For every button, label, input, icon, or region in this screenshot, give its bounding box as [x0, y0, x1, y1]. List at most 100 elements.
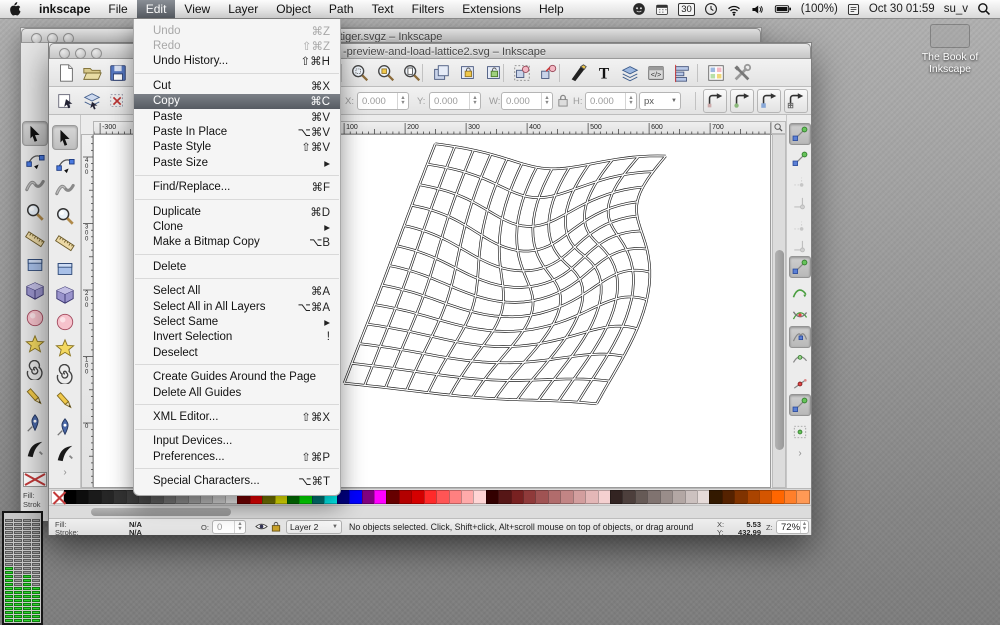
spin-arrows[interactable]: ▲▼ — [397, 93, 408, 109]
toolbox-expander[interactable]: › — [52, 467, 78, 481]
wifi-icon[interactable] — [727, 3, 741, 16]
palette-swatch[interactable] — [784, 490, 797, 504]
battery-icon[interactable] — [774, 3, 792, 15]
tool-spiral[interactable] — [22, 358, 48, 383]
palette-swatch[interactable] — [461, 490, 474, 504]
palette-swatch[interactable] — [386, 490, 399, 504]
tool-bezier-pen[interactable] — [22, 410, 48, 435]
opacity-spinbox[interactable]: 0 ▲▼ — [212, 520, 246, 534]
select-all-button[interactable] — [54, 89, 78, 113]
snap-path-intersections-button[interactable] — [789, 304, 811, 326]
vertical-scrollbar[interactable] — [772, 134, 786, 488]
snap-bbox-edge-midpoints-button[interactable] — [789, 213, 811, 235]
xml-editor-dialog-button[interactable]: </> — [644, 61, 668, 85]
tool-zoom[interactable] — [22, 200, 48, 225]
horizontal-scrollbar-thumb[interactable] — [91, 508, 231, 516]
palette-swatch[interactable] — [734, 490, 747, 504]
snap-midpoints-button[interactable] — [789, 373, 811, 395]
horizontal-scrollbar[interactable] — [49, 505, 811, 518]
palette-swatch[interactable] — [573, 490, 586, 504]
ungroup-objects-button[interactable] — [536, 61, 560, 85]
palette-swatch[interactable] — [436, 490, 449, 504]
select-all-layers-button[interactable] — [80, 89, 104, 113]
transform-corners-toggle[interactable] — [730, 89, 754, 113]
spin-arrows[interactable]: ▲▼ — [625, 93, 636, 109]
vertical-scrollbar-thumb[interactable] — [775, 250, 784, 450]
apple-menu[interactable] — [0, 0, 30, 18]
deselect-button[interactable] — [106, 89, 130, 113]
palette-swatch-none[interactable] — [51, 490, 64, 504]
group-objects-button[interactable] — [510, 61, 534, 85]
tool-tweak[interactable] — [22, 174, 48, 199]
palette-swatch[interactable] — [759, 490, 772, 504]
menu-item-create-guides-around-the-page[interactable]: Create Guides Around the Page — [134, 369, 340, 384]
recent-items-icon[interactable] — [704, 2, 718, 16]
menu-filters[interactable]: Filters — [403, 0, 454, 18]
zoom-button[interactable] — [91, 48, 102, 59]
palette-swatch[interactable] — [362, 490, 375, 504]
calendar-day-badge[interactable]: 30 — [678, 3, 695, 16]
menu-help[interactable]: Help — [530, 0, 573, 18]
palette-swatch[interactable] — [560, 490, 573, 504]
snap-enable-button[interactable] — [789, 123, 811, 145]
tool-measure[interactable] — [22, 226, 48, 251]
y-spinbox[interactable]: 0.000▲▼ — [429, 92, 481, 110]
desktop-icon-book-of-inkscape[interactable]: The Book of Inkscape — [906, 24, 994, 75]
snap-cusp-nodes-button[interactable] — [789, 326, 811, 348]
palette-swatch[interactable] — [76, 490, 89, 504]
back-palette-none-swatch[interactable] — [23, 472, 47, 487]
x-spinbox[interactable]: 0.000▲▼ — [357, 92, 409, 110]
input-source-icon[interactable] — [847, 3, 860, 16]
text-dialog-button[interactable]: T — [592, 61, 616, 85]
menu-item-paste-style[interactable]: Paste Style⇧⌘V — [134, 140, 340, 155]
menu-item-paste-size[interactable]: Paste Size▸ — [134, 155, 340, 170]
menu-view[interactable]: View — [175, 0, 219, 18]
volume-icon[interactable] — [750, 3, 765, 16]
clone-button[interactable] — [455, 61, 479, 85]
menu-item-delete[interactable]: Delete — [134, 259, 340, 274]
opacity-spin-arrows[interactable]: ▲▼ — [234, 521, 245, 533]
menu-item-select-same[interactable]: Select Same▸ — [134, 314, 340, 329]
palette-swatch[interactable] — [113, 490, 126, 504]
tool-zoom[interactable] — [52, 204, 78, 229]
layer-visibility-eye-icon[interactable] — [255, 521, 268, 532]
menu-extensions[interactable]: Extensions — [453, 0, 530, 18]
menu-layer[interactable]: Layer — [219, 0, 267, 18]
snap-toolbar-expander[interactable]: › — [792, 448, 808, 460]
tool-ellipse[interactable] — [52, 309, 78, 334]
palette-swatch[interactable] — [722, 490, 735, 504]
snap-others-button[interactable] — [789, 394, 811, 416]
new-document-button[interactable] — [54, 61, 78, 85]
tool-star[interactable] — [52, 335, 78, 360]
menu-item-cut[interactable]: Cut⌘X — [134, 78, 340, 93]
layer-dropdown[interactable]: Layer 2 ▼ — [286, 520, 342, 534]
open-document-button[interactable] — [80, 61, 104, 85]
tool-rectangle[interactable] — [52, 257, 78, 282]
snap-bbox-edges-button[interactable] — [789, 169, 811, 191]
menu-item-select-all-in-all-layers[interactable]: Select All in All Layers⌥⌘A — [134, 299, 340, 314]
layers-dialog-button[interactable] — [618, 61, 642, 85]
icon-preview-dialog-button[interactable] — [704, 61, 728, 85]
menu-item-copy[interactable]: Copy⌘C — [134, 94, 340, 109]
palette-swatch[interactable] — [622, 490, 635, 504]
zoom-page-button[interactable] — [400, 61, 424, 85]
menu-item-invert-selection[interactable]: Invert Selection! — [134, 330, 340, 345]
palette-swatch[interactable] — [486, 490, 499, 504]
transform-patterns-toggle[interactable] — [784, 89, 808, 113]
palette-swatch[interactable] — [498, 490, 511, 504]
tool-selector[interactable] — [52, 125, 78, 150]
palette-swatch[interactable] — [660, 490, 673, 504]
units-dropdown[interactable]: px▼ — [639, 92, 681, 110]
palette-swatch[interactable] — [523, 490, 536, 504]
lock-ratio-icon[interactable] — [557, 94, 569, 107]
menu-item-clone[interactable]: Clone▸ — [134, 219, 340, 234]
tool-box-3d[interactable] — [22, 279, 48, 304]
menu-path[interactable]: Path — [320, 0, 363, 18]
palette-swatch[interactable] — [598, 490, 611, 504]
palette-swatch[interactable] — [635, 490, 648, 504]
tool-spiral[interactable] — [52, 362, 78, 387]
tool-measure[interactable] — [52, 230, 78, 255]
menu-item-special-characters[interactable]: Special Characters...⌥⌘T — [134, 473, 340, 488]
menu-text[interactable]: Text — [363, 0, 403, 18]
palette-swatch[interactable] — [101, 490, 114, 504]
